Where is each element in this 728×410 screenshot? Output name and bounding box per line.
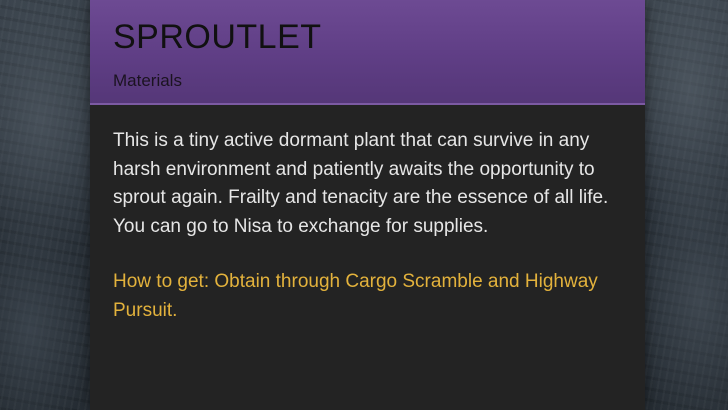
item-acquisition-info: How to get: Obtain through Cargo Scrambl… [113, 271, 598, 321]
item-body: This is a tiny active dormant plant that… [113, 127, 628, 325]
item-category: Materials [113, 71, 182, 90]
item-header: SPROUTLET Materials [90, 0, 645, 105]
item-tooltip-panel: SPROUTLET Materials This is a tiny activ… [90, 0, 645, 410]
item-name: SPROUTLET [113, 18, 322, 56]
item-description: This is a tiny active dormant plant that… [113, 130, 609, 237]
